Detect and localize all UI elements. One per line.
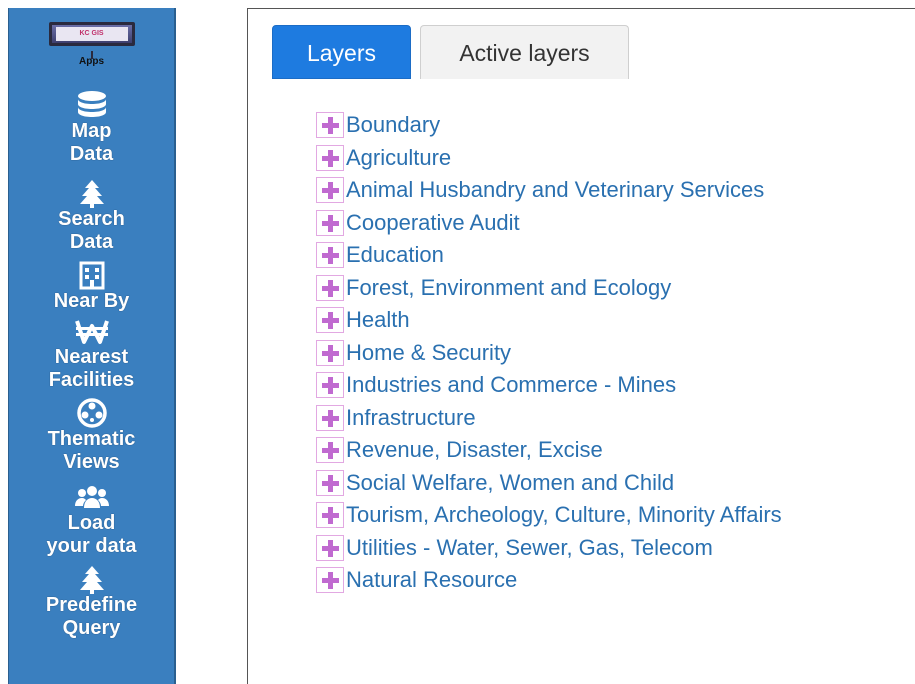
sidebar-item-search-data[interactable]: Search Data (9, 178, 174, 254)
expand-plus-icon[interactable] (316, 437, 344, 464)
layer-label[interactable]: Natural Resource (346, 567, 517, 593)
layer-item[interactable]: Health (316, 304, 782, 337)
expand-plus-icon[interactable] (316, 469, 344, 496)
layer-label[interactable]: Infrastructure (346, 405, 476, 431)
expand-plus-icon[interactable] (316, 144, 344, 171)
layer-label[interactable]: Social Welfare, Women and Child (346, 470, 674, 496)
layer-label[interactable]: Animal Husbandry and Veterinary Services (346, 177, 764, 203)
layer-item[interactable]: Revenue, Disaster, Excise (316, 434, 782, 467)
layer-label[interactable]: Education (346, 242, 444, 268)
sidebar: KC GIS Apps Map Data Search Data Near By… (8, 8, 176, 684)
layer-label[interactable]: Agriculture (346, 145, 451, 171)
expand-plus-icon[interactable] (316, 339, 344, 366)
layer-label[interactable]: Forest, Environment and Ecology (346, 275, 671, 301)
expand-plus-icon[interactable] (316, 502, 344, 529)
film-reel-icon (76, 398, 107, 428)
layer-item[interactable]: Animal Husbandry and Veterinary Services (316, 174, 782, 207)
tree-icon (79, 566, 104, 594)
expand-plus-icon[interactable] (316, 567, 344, 594)
sidebar-item-label: Map Data (69, 120, 114, 165)
sidebar-item-map-data[interactable]: Map Data (9, 90, 174, 166)
layer-label[interactable]: Home & Security (346, 340, 511, 366)
apps-logo-text: KC GIS (55, 27, 128, 41)
layer-item[interactable]: Natural Resource (316, 564, 782, 597)
tab-layers[interactable]: Layers (272, 25, 411, 79)
layer-item[interactable]: Tourism, Archeology, Culture, Minority A… (316, 499, 782, 532)
layer-item[interactable]: Cooperative Audit (316, 207, 782, 240)
tab-active-layers[interactable]: Active layers (420, 25, 629, 79)
layers-panel: Layers Active layers Boundary Agriculture… (247, 8, 915, 684)
database-icon (77, 91, 106, 117)
expand-plus-icon[interactable] (316, 242, 344, 269)
tree-icon (79, 180, 104, 208)
layer-item[interactable]: Agriculture (316, 142, 782, 175)
layer-item[interactable]: Utilities - Water, Sewer, Gas, Telecom (316, 532, 782, 565)
expand-plus-icon[interactable] (316, 274, 344, 301)
layer-label[interactable]: Health (346, 307, 410, 333)
sidebar-item-label: Near By (53, 290, 130, 312)
expand-plus-icon[interactable] (316, 307, 344, 334)
layer-label[interactable]: Tourism, Archeology, Culture, Minority A… (346, 502, 782, 528)
sidebar-item-label: Nearest Facilities (48, 346, 135, 391)
expand-plus-icon[interactable] (316, 112, 344, 139)
building-icon (79, 261, 104, 290)
sidebar-item-label: Load your data (46, 512, 137, 557)
layer-label[interactable]: Revenue, Disaster, Excise (346, 437, 603, 463)
sidebar-item-predefine-query[interactable]: Predefine Query (9, 564, 174, 640)
sidebar-item-near-by[interactable]: Near By (9, 260, 174, 313)
sidebar-item-nearest-facilities[interactable]: Nearest Facilities (9, 316, 174, 392)
layer-label[interactable]: Boundary (346, 112, 440, 138)
sidebar-item-label: Thematic Views (47, 428, 136, 473)
expand-plus-icon[interactable] (316, 209, 344, 236)
layer-item[interactable]: Home & Security (316, 337, 782, 370)
layer-item[interactable]: Industries and Commerce - Mines (316, 369, 782, 402)
expand-plus-icon[interactable] (316, 372, 344, 399)
layer-label[interactable]: Industries and Commerce - Mines (346, 372, 676, 398)
users-icon (74, 486, 109, 508)
layer-item[interactable]: Infrastructure (316, 402, 782, 435)
apps-button[interactable]: KC GIS Apps (9, 22, 174, 67)
layer-item[interactable]: Boundary (316, 109, 782, 142)
won-sign-icon (74, 320, 109, 344)
layer-label[interactable]: Utilities - Water, Sewer, Gas, Telecom (346, 535, 713, 561)
layer-item[interactable]: Social Welfare, Women and Child (316, 467, 782, 500)
sidebar-item-load-your-data[interactable]: Load your data (9, 482, 174, 558)
apps-label: Apps (79, 56, 104, 67)
layer-item[interactable]: Forest, Environment and Ecology (316, 272, 782, 305)
sidebar-item-thematic-views[interactable]: Thematic Views (9, 398, 174, 474)
apps-logo: KC GIS (48, 22, 135, 46)
sidebar-item-label: Predefine Query (45, 594, 138, 639)
layer-label[interactable]: Cooperative Audit (346, 210, 520, 236)
expand-plus-icon[interactable] (316, 177, 344, 204)
expand-plus-icon[interactable] (316, 534, 344, 561)
layer-item[interactable]: Education (316, 239, 782, 272)
layer-tree: Boundary Agriculture Animal Husbandry and… (316, 109, 782, 597)
expand-plus-icon[interactable] (316, 404, 344, 431)
sidebar-item-label: Search Data (58, 208, 125, 253)
